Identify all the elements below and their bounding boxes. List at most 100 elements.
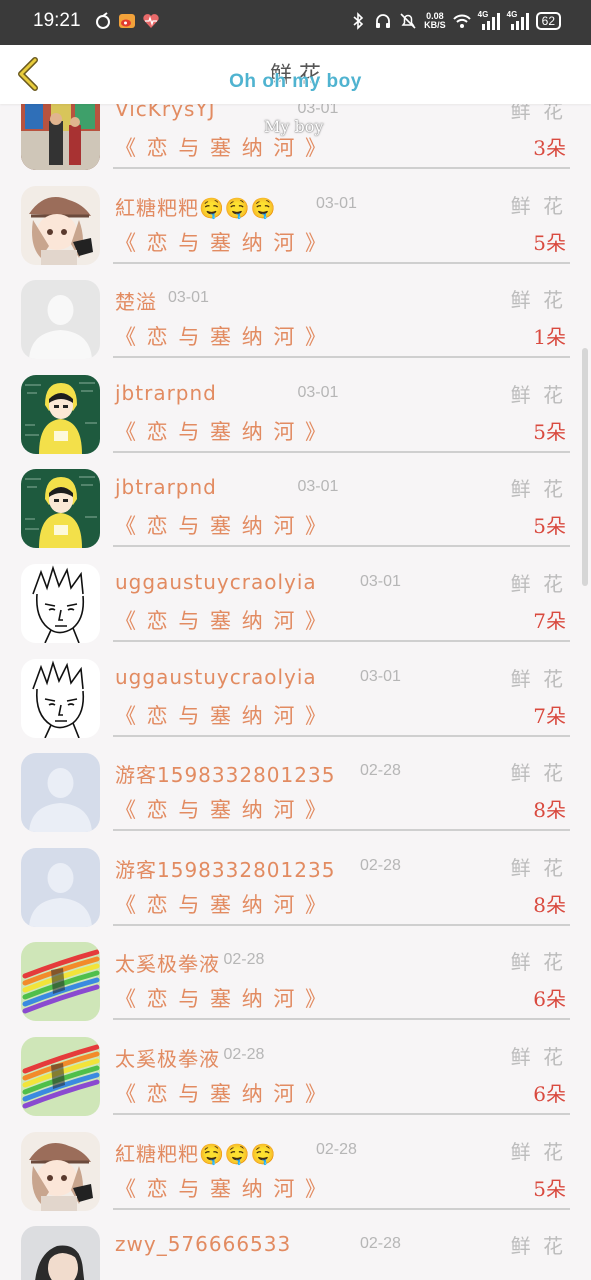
gift-count: 7朵 xyxy=(533,703,566,728)
gift-date: 02-28 xyxy=(360,1235,401,1253)
gift-date: 02-28 xyxy=(223,951,265,969)
signal-2-label: 4G xyxy=(506,10,518,19)
gift-count: 6朵 xyxy=(533,1081,566,1106)
gift-count: 5朵 xyxy=(533,419,566,444)
row-divider xyxy=(113,450,570,453)
user-name[interactable]: uggaustuycraolyia xyxy=(115,665,317,689)
book-title-link[interactable]: 《 恋 与 塞 纳 河 》 xyxy=(115,132,328,162)
headphones-icon xyxy=(376,14,391,28)
health-heart-icon xyxy=(143,14,159,28)
avatar[interactable] xyxy=(21,658,100,738)
gift-count: 7朵 xyxy=(533,608,566,633)
row-divider xyxy=(113,1207,570,1210)
user-name[interactable]: 游客1598332801235 xyxy=(115,854,335,883)
user-name[interactable]: 太奚极拳液 xyxy=(115,1043,220,1072)
book-title-link[interactable]: 《 恋 与 塞 纳 河 》 xyxy=(115,1078,328,1108)
gift-type: 鲜 花 xyxy=(510,666,566,691)
network-speed: 0.08 KB/S xyxy=(424,12,446,30)
row-divider xyxy=(113,829,570,832)
avatar[interactable] xyxy=(21,1036,100,1116)
gift-type: 鲜 花 xyxy=(510,1234,566,1259)
book-title-link[interactable]: 《 恋 与 塞 纳 河 》 xyxy=(115,1173,328,1203)
status-time: 19:21 xyxy=(33,10,81,31)
user-name[interactable]: uggaustuycraolyia xyxy=(115,570,317,594)
gift-type: 鲜 花 xyxy=(510,571,566,596)
mute-bell-icon xyxy=(400,13,416,29)
signal-1: 4G xyxy=(478,10,500,30)
battery-indicator: 62 xyxy=(535,12,561,30)
list-item[interactable]: 太奚极拳液 02-28 鲜 花《 恋 与 塞 纳 河 》 6朵 xyxy=(0,1026,591,1121)
book-title-link[interactable]: 《 恋 与 塞 纳 河 》 xyxy=(115,605,328,635)
book-title-link[interactable]: 《 恋 与 塞 纳 河 》 xyxy=(115,510,328,540)
avatar[interactable] xyxy=(21,374,100,454)
user-name[interactable]: 紅糖粑粑🤤🤤🤤 xyxy=(115,192,277,221)
row-divider xyxy=(113,167,570,169)
list-item[interactable]: 紅糖粑粑🤤🤤🤤 02-28 鲜 花《 恋 与 塞 纳 河 》 5朵 xyxy=(0,1121,591,1216)
book-title-link[interactable]: 《 恋 与 塞 纳 河 》 xyxy=(115,889,328,919)
avatar[interactable] xyxy=(21,563,100,643)
list-item[interactable]: 紅糖粑粑🤤🤤🤤 03-01 鲜 花《 恋 与 塞 纳 河 》 5朵 xyxy=(0,175,591,270)
gift-date: 02-28 xyxy=(223,1045,265,1063)
network-speed-unit: KB/S xyxy=(424,20,446,30)
wifi-icon xyxy=(452,14,471,28)
row-divider xyxy=(113,545,570,548)
status-right-icons: 0.08 KB/S 4G 4G 62 xyxy=(349,10,561,30)
flower-gift-list: VicKrysYJ 03-01 鲜 花《 恋 与 塞 纳 河 》 3朵 紅糖粑粑🤤🤤🤤 0… xyxy=(0,104,591,1280)
list-item[interactable]: 太奚极拳液 02-28 鲜 花《 恋 与 塞 纳 河 》 6朵 xyxy=(0,931,591,1026)
gift-count: 5朵 xyxy=(533,230,566,255)
user-name[interactable]: 紅糖粑粑🤤🤤🤤 xyxy=(115,1138,277,1167)
user-name[interactable]: jbtrarpnd xyxy=(115,475,217,499)
list-item[interactable]: uggaustuycraolyia 03-01 鲜 花《 恋 与 塞 纳 河 》 7朵 xyxy=(0,648,591,743)
book-title-link[interactable]: 《 恋 与 塞 纳 河 》 xyxy=(115,983,328,1013)
list-item[interactable]: uggaustuycraolyia 03-01 鲜 花《 恋 与 塞 纳 河 》 7朵 xyxy=(0,553,591,648)
header-decoration-text: Oh oh my boy xyxy=(229,71,362,92)
gift-date: 03-01 xyxy=(360,667,401,685)
gift-count: 5朵 xyxy=(533,1176,566,1201)
book-title-link[interactable]: 《 恋 与 塞 纳 河 》 xyxy=(115,321,328,351)
gift-count: 6朵 xyxy=(533,987,566,1012)
list-item[interactable]: 游客1598332801235 02-28 鲜 花《 恋 与 塞 纳 河 》 8朵 xyxy=(0,742,591,837)
avatar[interactable] xyxy=(21,1226,100,1280)
gift-type: 鲜 花 xyxy=(510,104,566,123)
book-title-link[interactable]: 《 恋 与 塞 纳 河 》 xyxy=(115,416,328,446)
row-divider xyxy=(113,1112,570,1115)
header-decoration-subtext: My boy xyxy=(264,117,324,136)
row-divider xyxy=(113,356,570,359)
gift-count: 8朵 xyxy=(533,798,566,823)
list-item[interactable]: 游客1598332801235 02-28 鲜 花《 恋 与 塞 纳 河 》 8朵 xyxy=(0,837,591,932)
list-item[interactable]: jbtrarpnd 03-01 鲜 花《 恋 与 塞 纳 河 》 5朵 xyxy=(0,364,591,459)
avatar[interactable] xyxy=(21,185,100,265)
row-divider xyxy=(113,1018,570,1021)
gift-type: 鲜 花 xyxy=(510,761,566,786)
gift-type: 鲜 花 xyxy=(510,288,566,313)
avatar[interactable] xyxy=(21,104,100,170)
book-title-link[interactable]: 《 恋 与 塞 纳 河 》 xyxy=(115,794,328,824)
header-bar: 鲜 花 Oh oh my boy xyxy=(0,45,591,104)
user-name[interactable]: zwy_576666533 xyxy=(115,1232,291,1256)
user-name[interactable]: 游客1598332801235 xyxy=(115,759,335,788)
gift-date: 02-28 xyxy=(360,856,401,874)
list-item[interactable]: jbtrarpnd 03-01 鲜 花《 恋 与 塞 纳 河 》 5朵 xyxy=(0,458,591,553)
user-name[interactable]: VicKrysYJ xyxy=(115,104,216,121)
avatar[interactable] xyxy=(21,753,100,833)
user-name[interactable]: 太奚极拳液 xyxy=(115,948,220,977)
list-item[interactable]: zwy_576666533 02-28 鲜 花 xyxy=(0,1215,591,1280)
list-item[interactable]: VicKrysYJ 03-01 鲜 花《 恋 与 塞 纳 河 》 3朵 xyxy=(0,104,591,175)
avatar[interactable] xyxy=(21,1131,100,1211)
row-divider xyxy=(113,734,570,737)
gift-type: 鲜 花 xyxy=(510,1044,566,1069)
avatar[interactable] xyxy=(21,942,100,1022)
book-title-link[interactable]: 《 恋 与 塞 纳 河 》 xyxy=(115,700,328,730)
gift-date: 03-01 xyxy=(168,289,209,307)
list-item[interactable]: 楚溢 03-01 鲜 花《 恋 与 塞 纳 河 》 1朵 xyxy=(0,269,591,364)
book-title-link[interactable]: 《 恋 与 塞 纳 河 》 xyxy=(115,227,328,257)
gift-type: 鲜 花 xyxy=(510,193,566,218)
avatar[interactable] xyxy=(21,280,100,360)
gift-type: 鲜 花 xyxy=(510,477,566,502)
avatar[interactable] xyxy=(21,469,100,549)
gift-date: 02-28 xyxy=(360,762,401,780)
avatar[interactable] xyxy=(21,847,100,927)
scrollbar[interactable] xyxy=(582,348,588,586)
user-name[interactable]: jbtrarpnd xyxy=(115,381,217,405)
user-name[interactable]: 楚溢 xyxy=(115,286,157,315)
